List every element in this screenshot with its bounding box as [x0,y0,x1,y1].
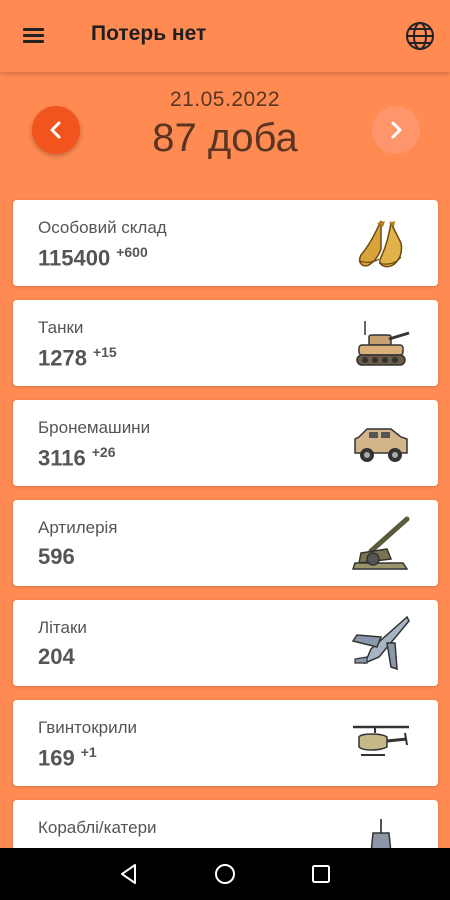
stat-delta: +600 [116,244,148,260]
stat-card-artillery[interactable]: Артилерія 596 [13,500,438,586]
stat-delta: +26 [91,444,116,460]
stat-label: Бронемашини [38,418,151,437]
jet-icon [351,615,410,671]
chevron-right-icon [391,121,402,139]
stat-value: 1278 [38,345,87,371]
menu-icon[interactable] [20,22,50,50]
stat-value: 169 [38,745,75,771]
stat-card-personnel[interactable]: Особовий склад 115400 +600 [13,200,438,286]
stat-value-row: 1278 +15 [38,344,117,371]
back-icon[interactable] [117,862,141,886]
stat-label: Літаки [38,618,87,637]
recents-icon[interactable] [309,862,333,886]
artillery-icon [351,516,410,570]
stat-value-row: 3116 +26 [38,444,115,471]
stat-value-row: 596 [38,544,75,570]
next-day-button[interactable] [372,106,420,154]
stat-value: 3116 [38,445,86,471]
stat-label: Артилерія [38,518,118,537]
stat-label: Гвинтокрили [38,718,138,737]
stat-card-aircraft[interactable]: Літаки 204 [13,600,438,686]
home-icon[interactable] [213,862,237,886]
stat-value: 596 [38,544,75,569]
armored-vehicle-icon [354,428,408,462]
stat-value: 115400 [38,245,111,271]
tank-icon [356,321,410,366]
stat-label: Танки [38,318,84,337]
stat-value: 204 [38,644,75,669]
boots-icon [358,220,403,268]
app-title: Потерь нет [91,22,207,45]
stat-label: Кораблі/катери [38,818,157,837]
stat-value-row: 169 +1 [38,744,97,771]
helicopter-icon [353,725,409,756]
stat-card-tanks[interactable]: Танки 1278 +15 [13,300,438,386]
stat-label: Особовий склад [38,218,167,237]
previous-day-button[interactable] [32,106,80,154]
stat-value-row: 115400 +600 [38,244,148,271]
stat-delta: +15 [92,344,117,360]
app-bar: Потерь нет [0,0,450,72]
stat-value-row: 204 [38,644,75,670]
chevron-left-icon [50,121,61,139]
system-navigation-bar [0,848,450,900]
stat-card-armored-vehicles[interactable]: Бронемашини 3116 +26 [13,400,438,486]
stat-card-helicopters[interactable]: Гвинтокрили 169 +1 [13,700,438,786]
stat-delta: +1 [80,744,97,760]
globe-icon[interactable] [404,20,436,52]
